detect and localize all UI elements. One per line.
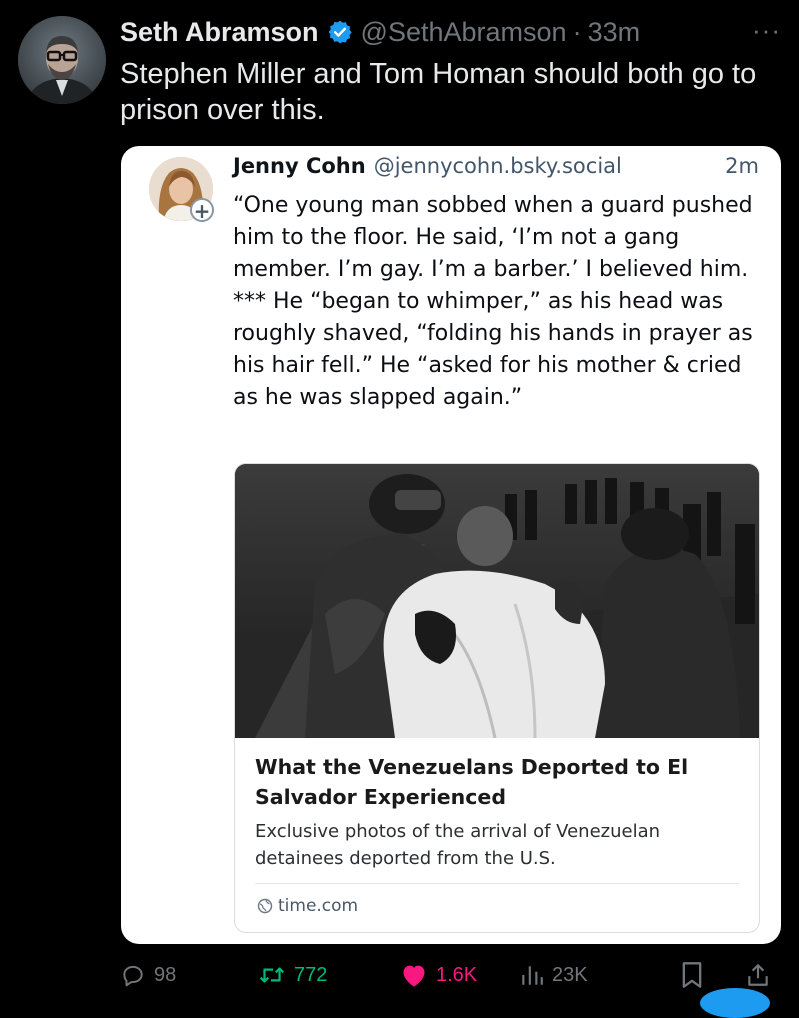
quote-author-handle[interactable]: @jennycohn.bsky.social bbox=[374, 154, 622, 178]
views-count: 23K bbox=[552, 963, 588, 986]
link-preview-image[interactable] bbox=[235, 464, 759, 739]
author-handle[interactable]: @SethAbramson bbox=[361, 17, 567, 48]
like-count: 1.6K bbox=[436, 963, 478, 986]
globe-icon bbox=[257, 898, 273, 914]
author-name[interactable]: Seth Abramson bbox=[120, 17, 319, 48]
action-bar: 98 772 1.6K 23K bbox=[0, 955, 799, 997]
follow-plus-icon[interactable]: + bbox=[190, 198, 214, 222]
retweet-count: 772 bbox=[294, 963, 328, 986]
share-icon bbox=[748, 964, 768, 986]
link-title[interactable]: What the Venezuelans Deported to El Salv… bbox=[255, 752, 745, 812]
views-button[interactable]: 23K bbox=[520, 955, 588, 995]
author-avatar[interactable] bbox=[18, 16, 106, 104]
retweet-button[interactable]: 772 bbox=[258, 955, 327, 995]
bookmark-button[interactable] bbox=[680, 955, 712, 995]
tweet-header: Seth Abramson @SethAbramson · 33m bbox=[120, 14, 779, 50]
link-domain-row[interactable]: time.com bbox=[257, 894, 358, 918]
reply-count: 98 bbox=[154, 963, 177, 986]
retweet-icon bbox=[259, 967, 285, 983]
tweet-timestamp[interactable]: 33m bbox=[588, 17, 641, 48]
link-preview-card[interactable]: What the Venezuelans Deported to El Salv… bbox=[234, 463, 760, 933]
quote-author-name[interactable]: Jenny Cohn bbox=[233, 154, 366, 178]
link-domain[interactable]: time.com bbox=[278, 896, 358, 916]
floating-compose-button[interactable] bbox=[700, 988, 770, 1018]
tweet-text: Stephen Miller and Tom Homan should both… bbox=[120, 58, 757, 126]
views-icon bbox=[522, 966, 543, 985]
quote-timestamp[interactable]: 2m bbox=[725, 154, 759, 178]
link-divider bbox=[255, 883, 739, 884]
quote-header: Jenny Cohn @jennycohn.bsky.social 2m bbox=[233, 154, 759, 184]
separator-dot: · bbox=[572, 16, 582, 47]
heart-icon bbox=[403, 965, 425, 987]
reply-icon bbox=[123, 965, 143, 987]
quoted-post-card[interactable]: + Jenny Cohn @jennycohn.bsky.social 2m “… bbox=[121, 146, 781, 944]
reply-button[interactable]: 98 bbox=[120, 955, 176, 995]
link-description: Exclusive photos of the arrival of Venez… bbox=[255, 821, 661, 869]
more-options-icon[interactable]: ··· bbox=[752, 17, 781, 43]
bookmark-icon bbox=[682, 962, 702, 988]
verified-badge-icon[interactable] bbox=[327, 19, 353, 45]
like-button[interactable]: 1.6K bbox=[400, 955, 477, 995]
quote-text: “One young man sobbed when a guard pushe… bbox=[233, 193, 753, 410]
